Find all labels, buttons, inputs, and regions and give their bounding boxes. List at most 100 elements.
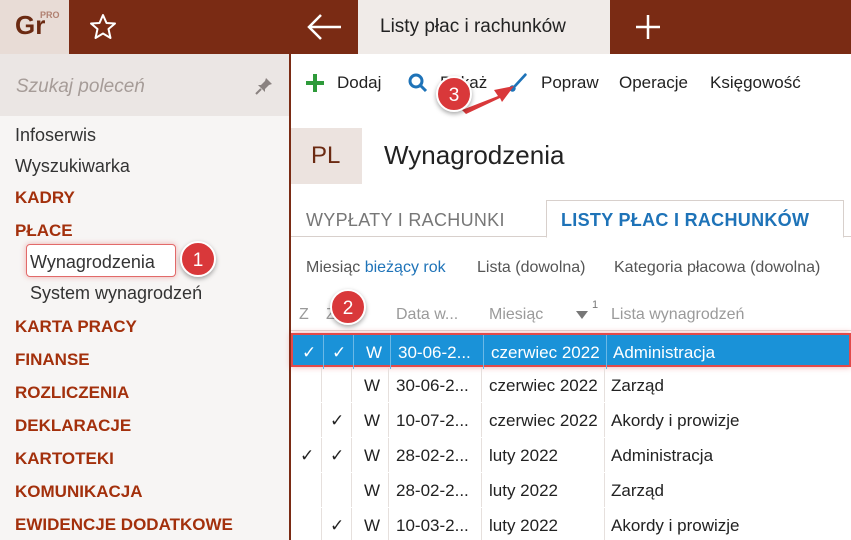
cell-z2[interactable]: ✓ [332,343,346,363]
cell-month: luty 2022 [489,446,558,465]
sidebar-item-system-wynagrodzeń[interactable]: System wynagrodzeń [30,283,202,304]
cell-month: czerwiec 2022 [491,343,600,362]
sidebar-item-rozliczenia[interactable]: ROZLICZENIA [15,383,129,403]
command-search[interactable]: Szukaj poleceń [0,54,289,116]
table-row-selected[interactable]: ✓ ✓ W 30-06-2... czerwiec 2022 Administracja [291,333,851,369]
cell-list: Akordy i prowizje [611,411,740,430]
tab-listy-plac-label: Listy płac i rachunków [380,16,566,37]
app-logo[interactable]: Gr PRO [0,0,69,54]
month-filter-label: Miesiąc [306,259,361,276]
tab-wyplaty[interactable]: WYPŁATY I RACHUNKI [306,210,505,231]
cell-z2[interactable]: ✓ [330,516,344,536]
add-button[interactable]: Dodaj [337,73,381,93]
col-month-header[interactable]: Miesiąc [489,306,543,324]
column-divider [481,508,482,540]
column-divider [604,403,605,437]
column-divider [388,403,389,437]
column-divider [351,508,352,540]
module-icon-text: PL [311,142,341,169]
table-row[interactable]: W 28-02-2... luty 2022 Zarząd [291,473,851,507]
column-divider [351,473,352,507]
sidebar-item-finanse[interactable]: FINANSE [15,350,90,370]
column-divider [481,438,482,472]
table-row[interactable]: W 30-06-2... czerwiec 2022 Zarząd [291,368,851,402]
sidebar-item-wynagrodzenia[interactable]: Wynagrodzenia [30,252,155,273]
cell-list: Administracja [611,446,714,465]
cell-date: 28-02-2... [396,481,469,500]
cell-z1[interactable]: ✓ [300,446,314,466]
pin-icon[interactable] [254,76,274,96]
cell-month: czerwiec 2022 [489,411,598,430]
sidebar-item-infoserwis[interactable]: Infoserwis [15,125,96,146]
column-divider [321,473,322,507]
column-divider [321,438,322,472]
back-arrow-icon[interactable] [305,10,345,44]
cell-date: 30-06-2... [398,343,471,362]
cell-z1[interactable]: ✓ [302,343,316,363]
tab-listy-plac[interactable]: Listy płac i rachunków [358,0,610,54]
cell-date: 30-06-2... [396,376,469,395]
column-divider [321,403,322,437]
sidebar-item-kadry[interactable]: KADRY [15,188,75,208]
header-divider [291,330,851,331]
cell-z2[interactable]: ✓ [330,446,344,466]
column-divider [351,368,352,402]
column-divider [604,368,605,402]
new-tab-plus-icon[interactable] [633,10,663,44]
cell-month: czerwiec 2022 [489,376,598,395]
sidebar-item-deklaracje[interactable]: DEKLARACJE [15,416,131,436]
sort-desc-icon [576,311,588,319]
column-divider [351,403,352,437]
cell-t: W [364,481,381,500]
step-badge-2: 2 [330,289,366,325]
column-divider [323,335,324,369]
table-row[interactable]: ✓ W 10-03-2... luty 2022 Akordy i prowizje [291,508,851,540]
magnifier-icon[interactable] [408,73,428,93]
operations-menu[interactable]: Operacje [619,73,688,93]
cell-t: W [366,343,383,362]
step-badge-3: 3 [436,76,472,112]
plus-icon[interactable] [305,73,325,93]
star-icon[interactable] [88,12,118,42]
sidebar-item-kartoteki[interactable]: KARTOTEKI [15,449,114,469]
month-filter-value[interactable]: bieżący rok [365,259,446,276]
column-divider [604,473,605,507]
table-row[interactable]: ✓ W 10-07-2... czerwiec 2022 Akordy i prowiz… [291,403,851,437]
col-date-header[interactable]: Data w... [396,306,458,324]
cell-date: 10-07-2... [396,411,469,430]
cell-t: W [364,411,381,430]
sidebar-item-karta-pracy[interactable]: KARTA PRACY [15,317,137,337]
column-divider [390,335,391,369]
search-input[interactable]: Szukaj poleceń [16,76,145,98]
app-window: Gr PRO Listy płac i rachunków Szukaj pol… [0,0,851,540]
cell-date: 28-02-2... [396,446,469,465]
column-divider [483,335,484,369]
month-filter[interactable]: Miesiąc bieżący rok [306,259,446,277]
list-filter[interactable]: Lista (dowolna) [477,259,586,277]
column-divider [388,508,389,540]
cell-list: Akordy i prowizje [611,516,740,535]
col-list-header[interactable]: Lista wynagrodzeń [611,306,744,324]
tab-listy-plac-label-main[interactable]: LISTY PŁAC I RACHUNKÓW [561,210,809,231]
column-divider [351,438,352,472]
cell-t: W [364,516,381,535]
cell-t: W [364,376,381,395]
table-row[interactable]: ✓ ✓ W 28-02-2... luty 2022 Administracja [291,438,851,472]
module-icon: PL [291,128,362,184]
col-z1-header[interactable]: Z [299,306,309,324]
cell-list: Zarząd [611,481,664,500]
step-badge-1: 1 [180,241,216,277]
column-divider [481,403,482,437]
sidebar-item-wyszukiwarka[interactable]: Wyszukiwarka [15,156,130,177]
category-filter[interactable]: Kategoria płacowa (dowolna) [614,259,820,277]
sidebar-item-płace[interactable]: PŁACE [15,221,73,241]
cell-list: Administracja [613,343,716,362]
logo-pro-label: PRO [40,10,60,20]
column-divider [481,368,482,402]
sidebar-item-ewidencje-dodatkowe[interactable]: EWIDENCJE DODATKOWE [15,515,233,535]
column-divider [606,335,607,369]
cell-z2[interactable]: ✓ [330,411,344,431]
sidebar-item-komunikacja[interactable]: KOMUNIKACJA [15,482,143,502]
accounting-menu[interactable]: Księgowość [710,73,801,93]
edit-button[interactable]: Popraw [541,73,599,93]
